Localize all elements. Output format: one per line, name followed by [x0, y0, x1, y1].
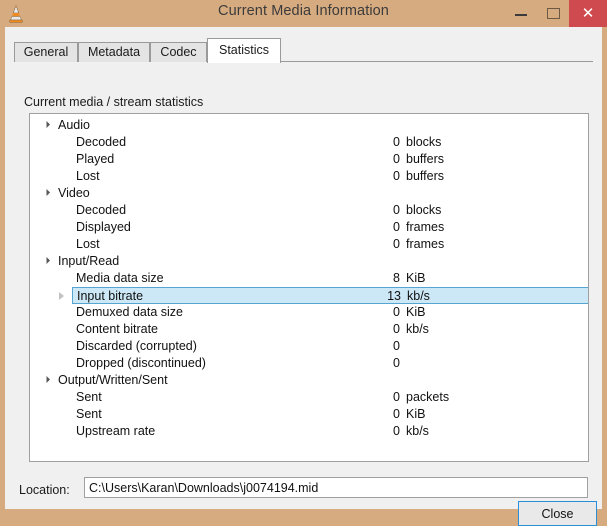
row-label: Demuxed data size [76, 305, 184, 319]
media-information-window: Current Media Information ✕ General Metad… [0, 0, 607, 526]
row-label: Decoded [76, 135, 127, 149]
tree-row[interactable]: Input bitrate 13 kb/s [59, 287, 588, 304]
row-unit: kb/s [406, 424, 429, 438]
expander-closed-icon[interactable] [59, 292, 64, 300]
expander-open-icon[interactable] [42, 256, 51, 265]
tree-group-row[interactable]: Input/Read [30, 253, 588, 270]
tree-row[interactable]: Decoded 0 blocks [30, 202, 588, 219]
row-unit: buffers [406, 169, 444, 183]
row-label: Video [58, 186, 90, 200]
row-label: Upstream rate [76, 424, 156, 438]
row-value: 0 [393, 322, 400, 336]
tree-row[interactable]: Lost 0 buffers [30, 168, 588, 185]
row-label: Media data size [76, 271, 164, 285]
row-value: 0 [393, 407, 400, 421]
row-value: 0 [393, 203, 400, 217]
tree-row[interactable]: Decoded 0 blocks [30, 134, 588, 151]
tree-row[interactable]: Demuxed data size 0 KiB [30, 304, 588, 321]
row-value: 13 [387, 289, 401, 303]
row-label: Content bitrate [76, 322, 158, 336]
row-label: Audio [58, 118, 90, 132]
close-icon: ✕ [581, 4, 595, 22]
tab-general[interactable]: General [14, 42, 78, 62]
expander-open-icon[interactable] [42, 188, 51, 197]
row-unit: blocks [406, 135, 442, 149]
tree-group-row[interactable]: Output/Written/Sent [30, 372, 588, 389]
row-unit: kb/s [407, 289, 430, 303]
row-label: Decoded [76, 203, 127, 217]
row-unit: buffers [406, 152, 444, 166]
row-unit: kb/s [406, 322, 429, 336]
tree-row[interactable]: Played 0 buffers [30, 151, 588, 168]
row-unit: KiB [406, 305, 426, 319]
expander-open-icon[interactable] [42, 120, 51, 129]
row-label: Input bitrate [77, 289, 144, 303]
row-value: 0 [393, 237, 400, 251]
row-label: Lost [76, 237, 100, 251]
tree-row[interactable]: Sent 0 packets [30, 389, 588, 406]
tree-group-row[interactable]: Audio [30, 117, 588, 134]
location-label: Location: [19, 483, 70, 497]
row-value: 0 [393, 424, 400, 438]
row-unit: KiB [406, 271, 426, 285]
row-value: 0 [393, 135, 400, 149]
statistics-caption: Current media / stream statistics [24, 95, 204, 109]
row-label: Sent [76, 390, 102, 404]
row-value: 0 [393, 390, 400, 404]
row-label: Displayed [76, 220, 131, 234]
maximize-icon [547, 8, 560, 19]
tree-row[interactable]: Discarded (corrupted) 0 [30, 338, 588, 355]
row-label: Discarded (corrupted) [76, 339, 197, 353]
row-unit: KiB [406, 407, 426, 421]
tree-row[interactable]: Media data size 8 KiB [30, 270, 588, 287]
statistics-tree[interactable]: Audio Decoded 0 blocks Played 0 buffers Lost 0 bu… [29, 113, 589, 462]
maximize-button[interactable] [537, 0, 569, 27]
window-close-button[interactable]: ✕ [569, 0, 607, 27]
tree-row[interactable]: Content bitrate 0 kb/s [30, 321, 588, 338]
tree-row[interactable]: Dropped (discontinued) 0 [30, 355, 588, 372]
row-unit: frames [406, 237, 445, 251]
minimize-button[interactable] [505, 0, 537, 27]
row-label: Output/Written/Sent [58, 373, 168, 387]
tree-row[interactable]: Displayed 0 frames [30, 219, 588, 236]
title-bar: Current Media Information ✕ [0, 0, 607, 27]
row-value: 0 [393, 339, 400, 353]
tab-statistics[interactable]: Statistics [207, 38, 281, 63]
row-unit: blocks [406, 203, 442, 217]
row-label: Dropped (discontinued) [76, 356, 206, 370]
expander-open-icon[interactable] [42, 375, 51, 384]
row-value: 0 [393, 152, 400, 166]
dialog-body: General Metadata Codec Statistics Current m… [5, 27, 602, 526]
row-value: 0 [393, 305, 400, 319]
tab-codec[interactable]: Codec [150, 42, 207, 62]
row-unit: frames [406, 220, 445, 234]
row-value: 8 [393, 271, 400, 285]
row-label: Played [76, 152, 115, 166]
row-value: 0 [393, 169, 400, 183]
row-value: 0 [393, 356, 400, 370]
row-unit: packets [406, 390, 450, 404]
row-label: Sent [76, 407, 102, 421]
location-input[interactable] [84, 477, 588, 498]
tree-row[interactable]: Upstream rate 0 kb/s [30, 423, 588, 440]
minimize-icon [515, 14, 527, 16]
tab-metadata[interactable]: Metadata [78, 42, 150, 62]
row-label: Input/Read [58, 254, 120, 268]
row-label: Lost [76, 169, 100, 183]
row-value: 0 [393, 220, 400, 234]
tree-row[interactable]: Lost 0 frames [30, 236, 588, 253]
tree-group-row[interactable]: Video [30, 185, 588, 202]
tree-row[interactable]: Sent 0 KiB [30, 406, 588, 423]
